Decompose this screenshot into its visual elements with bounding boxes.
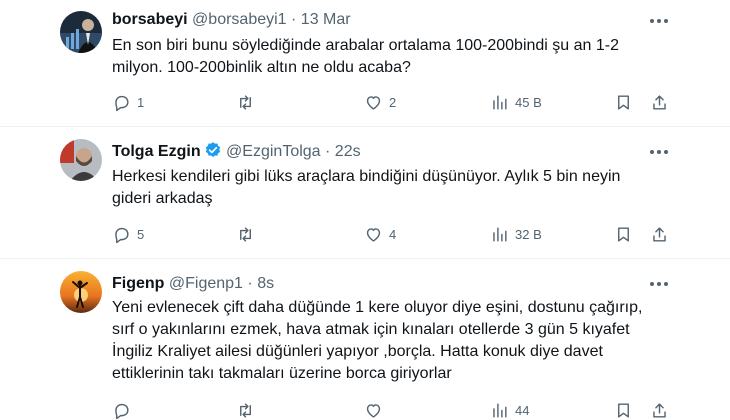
bookmark-icon xyxy=(618,402,629,418)
tweet-1[interactable]: borsabeyi @borsabeyi1 · 13 Mar En son bi… xyxy=(0,0,730,125)
like-icon xyxy=(366,403,381,418)
action-bar: 44 xyxy=(112,400,672,420)
retweet-button[interactable] xyxy=(236,92,261,112)
views-button[interactable]: 45 B xyxy=(490,92,542,112)
share-icon xyxy=(653,94,666,110)
views-icon xyxy=(493,226,507,242)
tweet-text-line: sırf o yakınlarını ezmek, hava atmak içi… xyxy=(112,321,630,338)
author-name[interactable]: Figenp xyxy=(112,275,164,292)
more-icon[interactable] xyxy=(650,281,668,287)
views-icon xyxy=(493,402,507,418)
more-icon[interactable] xyxy=(650,18,668,24)
share-button[interactable] xyxy=(650,224,669,244)
views-icon xyxy=(493,94,507,110)
dot-separator: · xyxy=(325,143,331,160)
views-count: 45 B xyxy=(515,94,542,110)
tweet-text-line: Herkesi kendileri gibi lüks araçlara bin… xyxy=(112,168,621,185)
views-count: 44 xyxy=(515,402,530,418)
tweet-header: borsabeyi @borsabeyi1 · 13 Mar xyxy=(112,10,351,30)
tweet-text-line: gideri arkadaş xyxy=(112,190,213,207)
reply-icon xyxy=(115,403,129,419)
reply-button[interactable]: 1 xyxy=(112,92,144,112)
retweet-icon xyxy=(240,226,251,242)
avatar-borsabeyi[interactable] xyxy=(60,11,102,53)
like-button[interactable] xyxy=(364,400,389,420)
like-button[interactable]: 4 xyxy=(364,224,396,244)
tweet-header: Tolga Ezgin @EzginTolga · 22s xyxy=(112,141,361,162)
avatar-tolga-ezgin[interactable] xyxy=(60,139,102,181)
bookmark-button[interactable] xyxy=(614,92,633,112)
avatar-figenp[interactable] xyxy=(60,271,102,313)
tweet-text-line: En son biri bunu söylediğinde arabalar o… xyxy=(112,37,619,54)
dot-separator: · xyxy=(247,275,253,292)
tweet-text: Herkesi kendileri gibi lüks araçlara bin… xyxy=(112,166,672,210)
tweet-text-line: ettiklerinin takı takmaları üzerine borc… xyxy=(112,365,452,382)
tweet-2[interactable]: Tolga Ezgin @EzginTolga · 22s Herkesi ke… xyxy=(0,127,730,257)
retweet-button[interactable] xyxy=(236,224,261,244)
tweet-time[interactable]: 13 Mar xyxy=(301,11,351,28)
author-handle[interactable]: @Figenp1 xyxy=(169,275,243,292)
bookmark-icon xyxy=(618,226,629,242)
tweet-time[interactable]: 22s xyxy=(335,143,361,160)
more-icon[interactable] xyxy=(650,149,668,155)
author-name[interactable]: Tolga Ezgin xyxy=(112,143,201,160)
like-count: 2 xyxy=(389,94,397,110)
author-handle[interactable]: @EzginTolga xyxy=(226,143,321,160)
retweet-icon xyxy=(240,94,251,110)
tweet-header: Figenp @Figenp1 · 8s xyxy=(112,274,274,294)
action-bar: 1 2 45 B xyxy=(112,92,672,112)
tweet-text-line: İngiliz Kraliyet ailesi düğünleri yapıyo… xyxy=(112,343,603,360)
tweet-text-line: milyon. 100-200binlik altın ne oldu acab… xyxy=(112,59,411,76)
tweet-text-line: Yeni evlenecek çift daha düğünde 1 kere … xyxy=(112,299,643,316)
like-icon xyxy=(366,227,381,242)
views-count: 32 B xyxy=(515,226,542,242)
dot-separator: · xyxy=(291,11,297,28)
bookmark-button[interactable] xyxy=(614,400,633,420)
share-icon xyxy=(653,402,666,418)
reply-button[interactable] xyxy=(112,400,137,420)
bookmark-icon xyxy=(618,94,629,110)
reply-count: 5 xyxy=(137,226,145,242)
author-name[interactable]: borsabeyi xyxy=(112,11,188,28)
retweet-button[interactable] xyxy=(236,400,261,420)
author-handle[interactable]: @borsabeyi1 xyxy=(192,11,287,28)
reply-icon xyxy=(115,95,129,111)
reply-button[interactable]: 5 xyxy=(112,224,144,244)
bookmark-button[interactable] xyxy=(614,224,633,244)
reply-icon xyxy=(115,227,129,243)
share-button[interactable] xyxy=(650,400,669,420)
views-button[interactable]: 44 xyxy=(490,400,529,420)
tweet-time[interactable]: 8s xyxy=(257,275,274,292)
retweet-icon xyxy=(240,402,251,418)
tweet-3[interactable]: Figenp @Figenp1 · 8s Yeni evlenecek çift… xyxy=(0,259,730,420)
verified-badge-icon xyxy=(205,142,220,157)
like-count: 4 xyxy=(389,226,397,242)
tweet-text: En son biri bunu söylediğinde arabalar o… xyxy=(112,35,672,79)
share-icon xyxy=(653,226,666,242)
action-bar: 5 4 32 B xyxy=(112,224,672,244)
share-button[interactable] xyxy=(650,92,669,112)
like-button[interactable]: 2 xyxy=(364,92,396,112)
reply-count: 1 xyxy=(137,94,145,110)
views-button[interactable]: 32 B xyxy=(490,224,542,244)
like-icon xyxy=(366,95,381,110)
tweet-text: Yeni evlenecek çift daha düğünde 1 kere … xyxy=(112,297,672,385)
